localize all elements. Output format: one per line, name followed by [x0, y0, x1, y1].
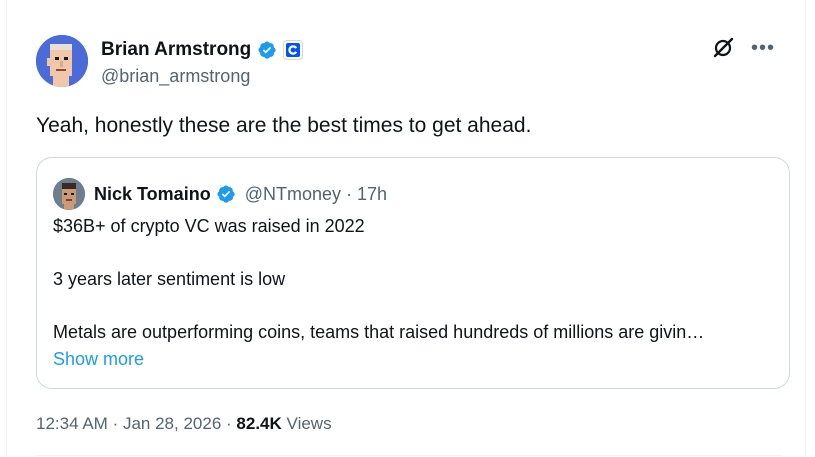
quoted-time[interactable]: 17h: [357, 184, 387, 205]
quoted-text-line: $36B+ of crypto VC was raised in 2022: [53, 216, 365, 236]
author-name-row: Brian Armstrong: [101, 39, 304, 61]
author-name[interactable]: Brian Armstrong: [101, 39, 251, 61]
tweet-time[interactable]: 12:34 AM: [36, 414, 108, 433]
quoted-tweet-header: Nick Tomaino @NTmoney · 17h: [53, 178, 387, 210]
coinbase-affiliate-icon[interactable]: [283, 40, 304, 60]
quoted-text-line: Metals are outperforming coins, teams th…: [53, 322, 705, 342]
verified-badge-icon[interactable]: [257, 40, 277, 60]
pixel-avatar-icon: [36, 35, 88, 87]
quoted-tweet[interactable]: Nick Tomaino @NTmoney · 17h $36B+ of cry…: [36, 157, 790, 389]
meta-separator: ·: [112, 414, 119, 433]
grok-icon[interactable]: [711, 36, 735, 60]
tweet-meta: 12:34 AM · Jan 28, 2026 · 82.4K Views: [36, 414, 332, 434]
show-more-link[interactable]: Show more: [53, 349, 144, 370]
quoted-author-handle[interactable]: @NTmoney: [245, 184, 341, 205]
tweet-text: Yeah, honestly these are the best times …: [36, 114, 532, 137]
top-actions: •••: [711, 36, 775, 60]
views-count: 82.4K: [236, 414, 282, 433]
more-icon[interactable]: •••: [751, 38, 775, 58]
verified-badge-icon[interactable]: [216, 184, 236, 204]
author-handle[interactable]: @brian_armstrong: [101, 66, 250, 87]
meta-separator: ·: [226, 414, 232, 433]
views-label: Views: [286, 414, 332, 433]
tweet-card: Brian Armstrong @brian_armstrong ••• Yea…: [6, 0, 806, 457]
tweet-date[interactable]: Jan 28, 2026: [123, 414, 221, 433]
divider: [36, 455, 783, 456]
quoted-author-name[interactable]: Nick Tomaino: [94, 184, 211, 205]
meta-separator: ·: [345, 183, 352, 204]
quoted-author-avatar[interactable]: [53, 178, 85, 210]
quoted-text-line: 3 years later sentiment is low: [53, 269, 286, 289]
pixel-avatar-icon: [53, 178, 85, 210]
author-avatar[interactable]: [36, 35, 88, 87]
